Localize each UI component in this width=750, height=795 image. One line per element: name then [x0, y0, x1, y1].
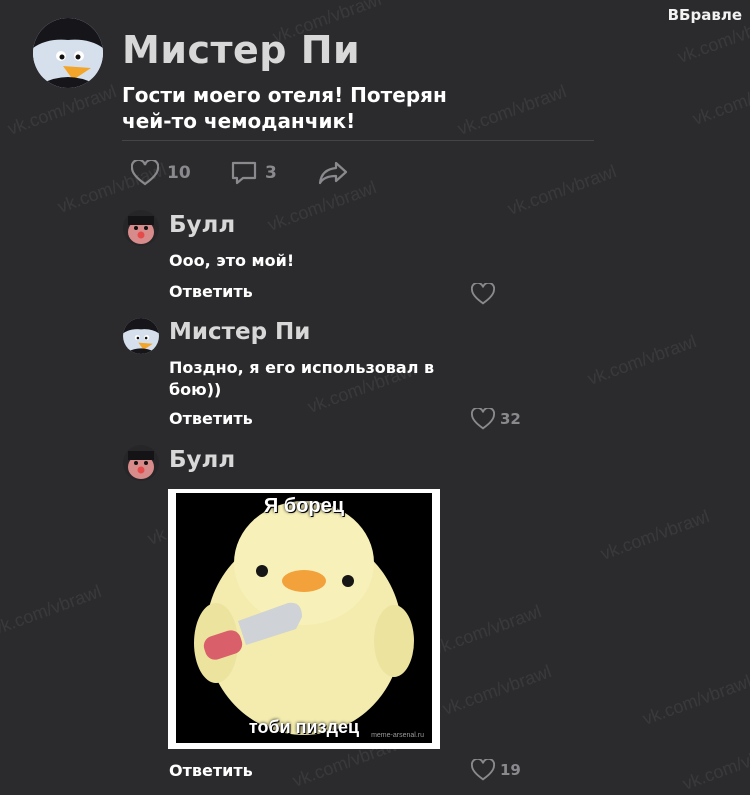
comment-like-button[interactable]: 32	[471, 408, 521, 430]
meme-top-caption: Я борец	[263, 495, 345, 517]
comment-like-button[interactable]: 19	[471, 759, 521, 781]
avatar[interactable]	[123, 445, 159, 481]
comment-count: 3	[265, 163, 277, 183]
watermark: vk.com/vbrawl	[639, 671, 750, 729]
watermark: vk.com/vbrawl	[429, 601, 544, 659]
like-button[interactable]: 10	[131, 160, 191, 186]
comment-text: Ооо, это мой!	[169, 251, 295, 270]
watermark: vk.com/vbrawl	[679, 736, 750, 794]
post-text: Гости моего отеля! Потерян чей-то чемода…	[122, 83, 447, 133]
duck-illustration	[176, 493, 432, 743]
comment-author[interactable]: Булл	[169, 212, 235, 238]
avatar[interactable]	[33, 18, 103, 88]
like-count: 10	[167, 163, 191, 183]
comment-author[interactable]: Булл	[169, 447, 235, 473]
comment-icon	[231, 161, 257, 185]
brand-label: ВБравле	[667, 6, 742, 24]
reply-button[interactable]: Ответить	[169, 409, 253, 428]
avatar[interactable]	[123, 318, 159, 354]
comment-author[interactable]: Мистер Пи	[169, 319, 310, 345]
watermark: vk.com/vbrawl	[439, 661, 554, 719]
meme-credit: meme-arsenal.ru	[371, 732, 424, 739]
share-icon	[318, 161, 348, 185]
like-count: 32	[500, 410, 521, 428]
comment-like-button[interactable]	[471, 283, 500, 305]
divider	[122, 140, 594, 141]
watermark: vk.com/vbrawl	[689, 71, 750, 129]
post-author[interactable]: Мистер Пи	[122, 28, 360, 72]
watermark: vk.com/vbrawl	[4, 81, 119, 139]
heart-icon	[471, 408, 495, 430]
comment-text: Поздно, я его использовал в бою))	[169, 358, 435, 399]
watermark: vk.com/vbrawl	[584, 331, 699, 389]
share-button[interactable]	[318, 160, 348, 186]
avatar[interactable]	[123, 210, 159, 246]
heart-icon	[471, 283, 495, 305]
like-count: 19	[500, 761, 521, 779]
heart-icon	[471, 759, 495, 781]
reply-button[interactable]: Ответить	[169, 761, 253, 780]
watermark: vk.com/vbrawl	[597, 506, 712, 564]
heart-icon	[131, 160, 159, 186]
watermark: vk.com/vbrawl	[504, 161, 619, 219]
meme-image[interactable]: Я борец тоби пиздец meme-arsenal.ru	[168, 489, 440, 749]
comment-button[interactable]: 3	[231, 160, 277, 186]
reply-button[interactable]: Ответить	[169, 282, 253, 301]
watermark: vk.com/vbrawl	[0, 581, 104, 639]
